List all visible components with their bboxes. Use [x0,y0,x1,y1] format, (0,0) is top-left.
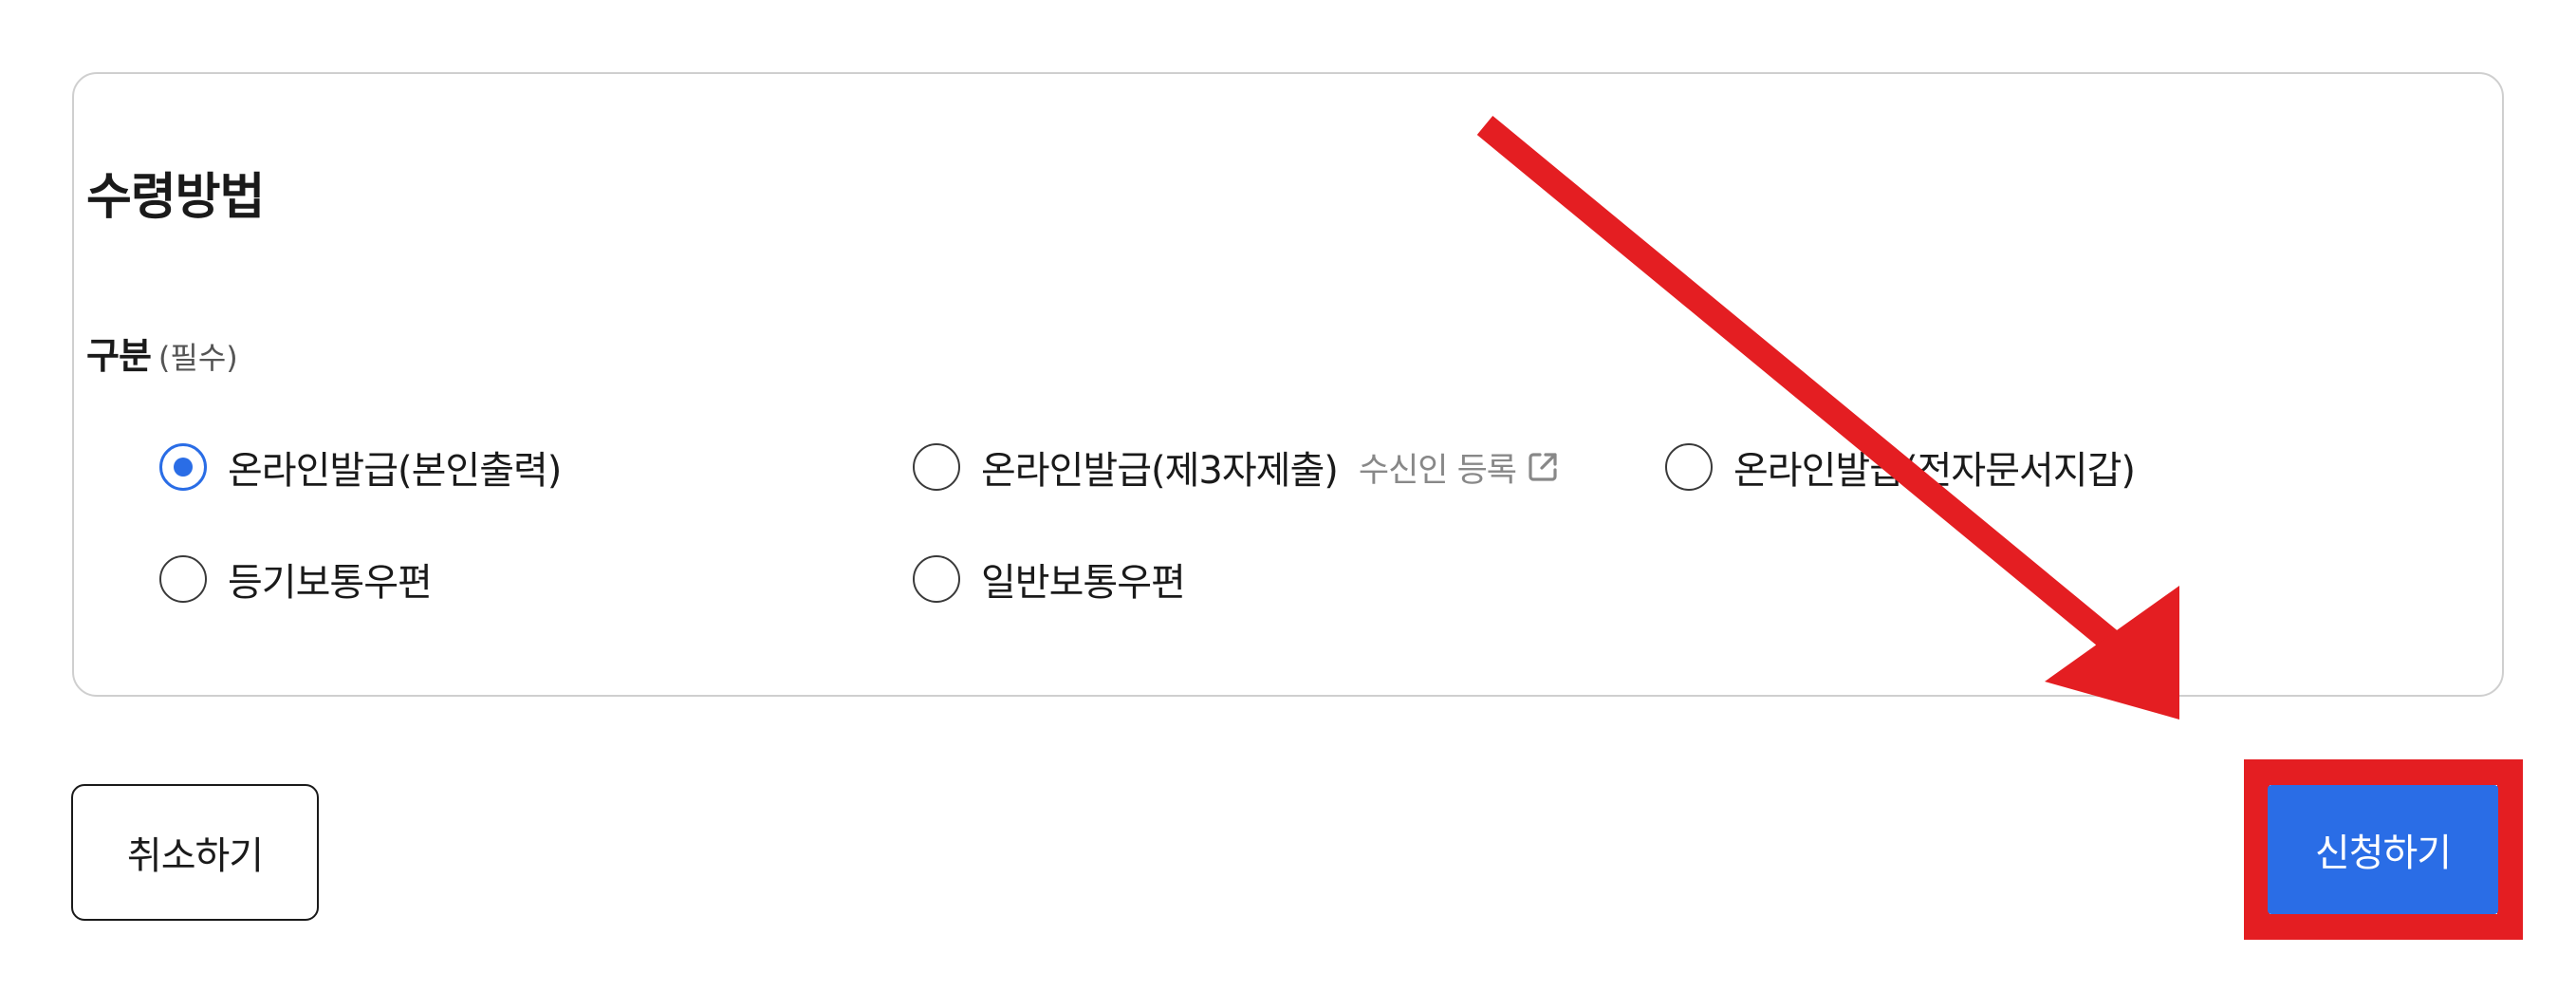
receipt-method-card [72,72,2504,697]
radio-option-regular-mail[interactable]: 일반보통우편 [913,551,1186,608]
radio-unchecked-icon[interactable] [913,555,960,603]
register-recipient-link[interactable]: 수신인 등록 [1359,443,1560,492]
section-title: 수령방법 [86,169,265,226]
radio-dot [174,458,193,477]
radio-label[interactable]: 온라인발급(전자문서지갑) [1733,439,2136,495]
required-text: (필수) [158,340,238,376]
radio-option-online-self-print[interactable]: 온라인발급(본인출력) [159,439,562,496]
page: 수령방법 구분 (필수) 온라인발급(본인출력) 온라인발급(제3자제출) 수신인… [0,0,2576,991]
radio-unchecked-icon[interactable] [913,443,960,491]
external-link-icon[interactable] [1526,450,1560,484]
submit-button[interactable]: 신청하기 [2268,785,2498,914]
radio-option-registered-mail[interactable]: 등기보통우편 [159,551,433,608]
field-label-text: 구분 [86,335,152,377]
radio-label[interactable]: 등기보통우편 [228,552,433,607]
radio-option-online-third-party[interactable]: 온라인발급(제3자제출) 수신인 등록 [913,439,1560,496]
radio-option-online-e-wallet[interactable]: 온라인발급(전자문서지갑) [1665,439,2136,496]
radio-unchecked-icon[interactable] [159,555,207,603]
register-link-label[interactable]: 수신인 등록 [1359,443,1517,492]
radio-unchecked-icon[interactable] [1665,443,1713,491]
radio-label[interactable]: 일반보통우편 [981,552,1186,607]
radio-label[interactable]: 온라인발급(본인출력) [228,439,562,495]
radio-label[interactable]: 온라인발급(제3자제출) [981,439,1339,495]
cancel-button[interactable]: 취소하기 [71,784,319,921]
radio-checked-icon[interactable] [159,443,207,491]
field-label: 구분 (필수) [86,327,238,392]
